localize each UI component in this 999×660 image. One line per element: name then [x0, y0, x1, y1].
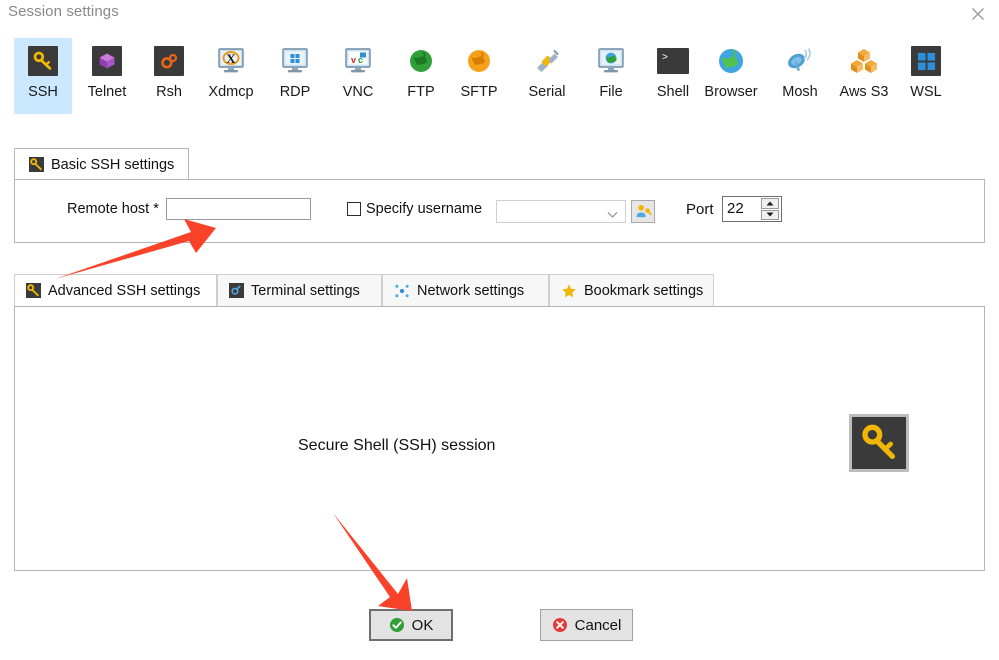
ok-button-label: OK	[411, 616, 434, 634]
session-type-ftp[interactable]: FTP	[392, 38, 450, 114]
username-combobox[interactable]	[496, 200, 626, 223]
session-type-label: SFTP	[460, 84, 498, 100]
session-type-label: Xdmcp	[208, 84, 254, 100]
sftp-globe-icon	[463, 45, 495, 77]
vnc-monitor-icon: v c	[342, 45, 374, 77]
ssh-key-icon	[29, 157, 44, 172]
session-type-toolbar: SSH Telnet Rsh X Xdmcp RDP v c VNC FTP S…	[0, 38, 999, 118]
session-type-browser[interactable]: Browser	[702, 38, 760, 114]
session-type-wsl[interactable]: WSL	[897, 38, 955, 114]
panel-caption: Secure Shell (SSH) session	[298, 437, 496, 454]
spin-up-icon[interactable]	[761, 198, 779, 209]
x-circle-icon	[552, 617, 568, 633]
specify-username-label: Specify username	[366, 201, 483, 217]
serial-plug-icon	[531, 45, 563, 77]
session-type-label: Aws S3	[839, 84, 889, 100]
user-key-icon[interactable]	[631, 200, 655, 223]
port-value: 22	[727, 200, 744, 217]
specify-username-checkbox[interactable]	[347, 202, 361, 216]
close-icon[interactable]	[965, 2, 991, 26]
check-circle-icon	[389, 617, 405, 633]
ssh-key-icon	[27, 45, 59, 77]
svg-text:v: v	[351, 55, 356, 65]
session-type-label: File	[599, 84, 623, 100]
advanced-ssh-panel: Secure Shell (SSH) session	[14, 306, 985, 571]
browser-globe-icon	[715, 45, 747, 77]
session-type-label: VNC	[342, 84, 374, 100]
file-monitor-icon	[595, 45, 627, 77]
session-type-telnet[interactable]: Telnet	[78, 38, 136, 114]
svg-text:>: >	[662, 53, 668, 64]
telnet-cube-icon	[91, 45, 123, 77]
port-spin-buttons[interactable]	[761, 198, 779, 220]
tab-label: Bookmark settings	[584, 282, 704, 299]
session-type-label: Mosh	[782, 84, 818, 100]
session-type-label: FTP	[407, 84, 435, 100]
session-type-serial[interactable]: Serial	[518, 38, 576, 114]
session-type-label: RDP	[279, 84, 311, 100]
session-type-label: Rsh	[156, 84, 182, 100]
remote-host-input[interactable]	[166, 198, 311, 220]
ok-button[interactable]: OK	[369, 609, 453, 641]
session-type-label: SSH	[28, 84, 58, 100]
basic-settings-tabstrip: Basic SSH settings	[14, 148, 985, 180]
session-type-shell[interactable]: > Shell	[644, 38, 702, 114]
wsl-windows-icon	[910, 45, 942, 77]
session-type-label: Shell	[656, 84, 690, 100]
ftp-globe-icon	[405, 45, 437, 77]
session-type-xdmcp[interactable]: X Xdmcp	[202, 38, 260, 114]
cancel-button[interactable]: Cancel	[540, 609, 633, 641]
spin-down-icon[interactable]	[761, 209, 779, 220]
tab-basic-ssh-settings[interactable]: Basic SSH settings	[14, 148, 190, 180]
cancel-button-label: Cancel	[574, 616, 622, 634]
ssh-key-icon	[26, 283, 41, 298]
session-type-rdp[interactable]: RDP	[266, 38, 324, 114]
tab-label: Terminal settings	[251, 282, 360, 299]
tab-advanced-ssh-settings[interactable]: Advanced SSH settings	[14, 274, 217, 307]
svg-text:X: X	[226, 51, 236, 66]
chevron-down-icon	[607, 206, 618, 224]
tab-terminal-settings[interactable]: Terminal settings	[217, 274, 382, 307]
remote-host-label: Remote host *	[67, 201, 159, 217]
terminal-icon	[229, 283, 244, 298]
xdmcp-monitor-icon: X	[215, 45, 247, 77]
session-type-rsh[interactable]: Rsh	[140, 38, 198, 114]
titlebar: Session settings	[0, 0, 999, 30]
rsh-gears-icon	[153, 45, 185, 77]
tab-label: Basic SSH settings	[51, 156, 175, 173]
ssh-key-icon	[849, 414, 909, 472]
session-type-label: Serial	[528, 84, 566, 100]
session-type-label: WSL	[910, 84, 942, 100]
window-title: Session settings	[8, 3, 119, 20]
session-type-file[interactable]: File	[582, 38, 640, 114]
port-stepper[interactable]: 22	[722, 196, 782, 222]
session-type-label: Telnet	[87, 84, 127, 100]
mosh-dish-icon	[784, 45, 816, 77]
tab-network-settings[interactable]: Network settings	[382, 274, 549, 307]
shell-console-icon: >	[657, 45, 689, 77]
star-icon	[561, 283, 577, 299]
tab-bookmark-settings[interactable]: Bookmark settings	[549, 274, 714, 307]
tab-label: Advanced SSH settings	[48, 282, 201, 299]
advanced-tabstrip: Advanced SSH settings Terminal settings	[14, 274, 985, 307]
session-settings-dialog: Session settings SSH Telnet Rsh X Xdmcp …	[0, 0, 999, 660]
session-type-aws-s3[interactable]: Aws S3	[832, 38, 896, 114]
session-type-sftp[interactable]: SFTP	[450, 38, 508, 114]
session-type-vnc[interactable]: v c VNC	[329, 38, 387, 114]
tab-label: Network settings	[417, 282, 525, 299]
aws-s3-cubes-icon	[848, 45, 880, 77]
port-label: Port	[686, 201, 714, 218]
session-type-ssh[interactable]: SSH	[14, 38, 72, 114]
rdp-monitor-icon	[279, 45, 311, 77]
basic-settings-group: Remote host * Specify username Port 22	[14, 179, 985, 243]
network-dots-icon	[394, 283, 410, 299]
session-type-mosh[interactable]: Mosh	[771, 38, 829, 114]
svg-text:c: c	[358, 55, 363, 65]
session-type-label: Browser	[704, 84, 758, 100]
